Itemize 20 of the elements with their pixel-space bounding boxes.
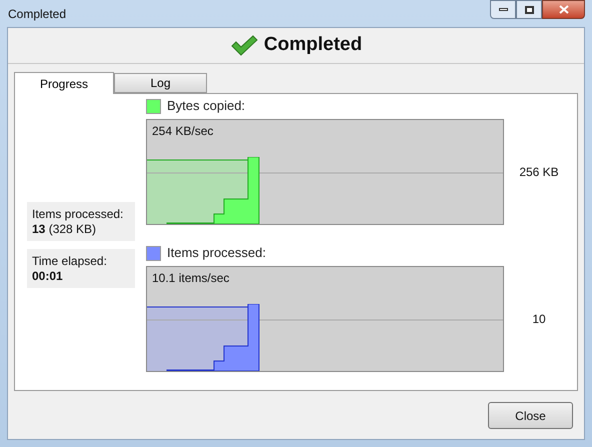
- rate-text: 10.1 items/sec: [152, 270, 230, 287]
- graph-legend: Bytes copied:: [167, 96, 246, 116]
- header-title: Completed: [264, 33, 362, 58]
- checkmark-icon: [230, 34, 258, 56]
- stat-label: Time elapsed:: [32, 254, 108, 268]
- scale-label: 256 KB: [519, 164, 559, 181]
- close-icon: [558, 5, 568, 14]
- close-dialog-button[interactable]: Close: [488, 402, 573, 429]
- stat-label: Items processed:: [32, 206, 124, 222]
- stat-value: 00:01: [32, 268, 64, 284]
- minimize-button[interactable]: [490, 0, 516, 19]
- window-title: Completed: [8, 6, 66, 22]
- rate-text: 254 KB/sec: [152, 123, 214, 140]
- scale-label: 10: [531, 311, 547, 328]
- graph-legend: Items processed:: [167, 243, 266, 263]
- stat-value: 13 (328 KB): [32, 222, 98, 236]
- close-button[interactable]: [542, 0, 585, 19]
- tab[interactable]: Log: [114, 73, 207, 93]
- maximize-button[interactable]: [516, 0, 542, 19]
- tab[interactable]: Progress: [14, 72, 114, 94]
